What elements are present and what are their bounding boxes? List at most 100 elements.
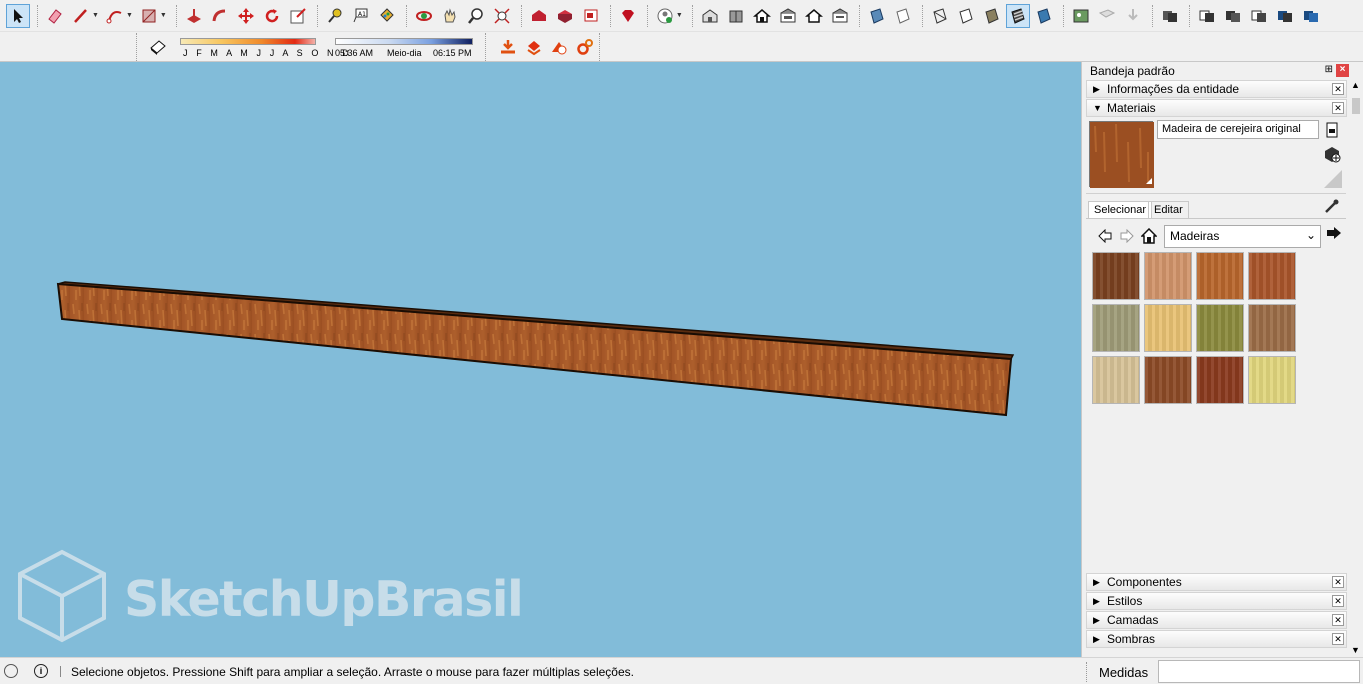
material-swatch[interactable] (1248, 356, 1296, 404)
arc-dropdown-icon[interactable]: ▼ (126, 12, 133, 19)
scroll-up-icon[interactable]: ▲ (1351, 80, 1360, 90)
follow-me-icon[interactable] (208, 4, 232, 28)
shaded-texture-icon[interactable] (1005, 3, 1030, 28)
solid-subtract-icon[interactable] (1195, 4, 1219, 28)
arc-icon[interactable] (103, 4, 127, 28)
styles-panel-header[interactable]: ▶ Estilos ✕ (1086, 592, 1347, 610)
layers-panel-header[interactable]: ▶ Camadas ✕ (1086, 611, 1347, 629)
tab-edit[interactable]: Editar (1148, 201, 1189, 219)
terrain-icon[interactable] (1121, 4, 1145, 28)
shaded-icon[interactable] (980, 4, 1004, 28)
close-icon[interactable]: ✕ (1332, 576, 1344, 588)
top-view-icon[interactable] (724, 4, 748, 28)
tray-close-button[interactable]: × (1336, 64, 1349, 77)
xray-icon[interactable] (865, 4, 889, 28)
material-swatch[interactable] (1144, 304, 1192, 352)
scroll-thumb[interactable] (1352, 98, 1360, 114)
monochrome-icon[interactable] (1032, 4, 1056, 28)
measurements-input[interactable] (1158, 660, 1360, 683)
scale-icon[interactable] (286, 4, 310, 28)
home-icon[interactable] (1138, 226, 1160, 246)
rotate-icon[interactable] (260, 4, 284, 28)
front-view-icon[interactable] (750, 4, 774, 28)
account-dropdown-icon[interactable]: ▼ (676, 12, 683, 19)
close-icon[interactable]: ✕ (1332, 83, 1344, 95)
geo-location-icon[interactable] (4, 664, 18, 678)
extension-warehouse-icon[interactable] (553, 4, 577, 28)
material-swatch[interactable] (1144, 252, 1192, 300)
material-swatch[interactable] (1092, 252, 1140, 300)
stamp-icon[interactable] (496, 35, 520, 59)
add-detail-icon[interactable] (548, 35, 572, 59)
solid-union-icon[interactable] (1158, 4, 1182, 28)
material-swatch[interactable] (1196, 356, 1244, 404)
eraser-icon[interactable] (43, 4, 67, 28)
warehouse-icon[interactable] (527, 4, 551, 28)
rectangle-icon[interactable] (137, 4, 161, 28)
text-icon[interactable]: A1 (349, 4, 373, 28)
materials-panel-header[interactable]: ▼ Materiais ✕ (1086, 99, 1347, 117)
tray-scrollbar[interactable]: ▲ ▼ (1349, 62, 1363, 657)
photo-match-icon[interactable] (1069, 4, 1093, 28)
gear-icon[interactable] (573, 35, 597, 59)
scroll-down-icon[interactable]: ▼ (1351, 645, 1360, 655)
select-icon[interactable] (6, 3, 30, 28)
components-panel-header[interactable]: ▶ Componentes ✕ (1086, 573, 1347, 591)
material-swatch[interactable] (1196, 304, 1244, 352)
left-view-icon[interactable] (828, 4, 852, 28)
hidden-line-icon[interactable] (954, 4, 978, 28)
3d-viewport[interactable]: SketchUpBrasil (0, 62, 1081, 657)
shape-dropdown-icon[interactable]: ▼ (160, 12, 167, 19)
pan-icon[interactable] (438, 4, 462, 28)
shadows-panel-header[interactable]: ▶ Sombras ✕ (1086, 630, 1347, 648)
iso-view-icon[interactable] (698, 4, 722, 28)
line-dropdown-icon[interactable]: ▼ (92, 12, 99, 19)
move-icon[interactable] (234, 4, 258, 28)
details-arrow-icon[interactable] (1326, 225, 1342, 244)
material-swatch[interactable] (1248, 304, 1296, 352)
backedges-icon[interactable] (891, 4, 915, 28)
material-preview[interactable] (1089, 121, 1154, 188)
close-icon[interactable]: ✕ (1332, 595, 1344, 607)
drape-icon[interactable] (522, 35, 546, 59)
right-view-icon[interactable] (776, 4, 800, 28)
push-pull-icon[interactable] (182, 4, 206, 28)
eyedropper-icon[interactable] (1322, 196, 1342, 216)
forward-arrow-icon[interactable] (1116, 226, 1138, 246)
time-slider[interactable] (335, 38, 473, 45)
entity-info-panel-header[interactable]: ▶ Informações da entidade ✕ (1086, 80, 1347, 98)
material-swatch[interactable] (1092, 356, 1140, 404)
shadow-toggle-icon[interactable] (149, 38, 167, 59)
wireframe-icon[interactable] (928, 4, 952, 28)
account-icon[interactable] (653, 4, 677, 28)
pin-icon[interactable]: ⊞ (1325, 64, 1333, 75)
material-name-field[interactable]: Madeira de cerejeira original (1157, 120, 1319, 139)
zoom-icon[interactable] (464, 4, 488, 28)
info-icon[interactable]: i (34, 664, 48, 678)
close-icon[interactable]: ✕ (1332, 633, 1344, 645)
back-view-icon[interactable] (802, 4, 826, 28)
layout-icon[interactable] (579, 4, 603, 28)
zoom-extents-icon[interactable] (490, 4, 514, 28)
material-swatch[interactable] (1248, 252, 1296, 300)
close-icon[interactable]: ✕ (1332, 614, 1344, 626)
tape-measure-icon[interactable] (323, 4, 347, 28)
solid-trim-icon[interactable] (1221, 4, 1245, 28)
tab-select[interactable]: Selecionar (1088, 201, 1152, 219)
ruby-icon[interactable] (616, 4, 640, 28)
add-location-icon[interactable] (1095, 4, 1119, 28)
back-arrow-icon[interactable] (1094, 226, 1116, 246)
material-swatch[interactable] (1144, 356, 1192, 404)
library-dropdown[interactable]: Madeiras ⌄ (1164, 225, 1321, 248)
solid-intersect-icon[interactable] (1247, 4, 1271, 28)
solid-split-icon[interactable] (1273, 4, 1297, 28)
close-icon[interactable]: ✕ (1332, 102, 1344, 114)
outer-shell-icon[interactable] (1299, 4, 1323, 28)
display-secondary-selection-icon[interactable] (1322, 120, 1342, 140)
line-icon[interactable] (69, 4, 93, 28)
orbit-icon[interactable] (412, 4, 436, 28)
paint-bucket-icon[interactable] (375, 4, 399, 28)
material-swatch[interactable] (1092, 304, 1140, 352)
material-swatch[interactable] (1196, 252, 1244, 300)
create-material-icon[interactable] (1322, 144, 1342, 164)
